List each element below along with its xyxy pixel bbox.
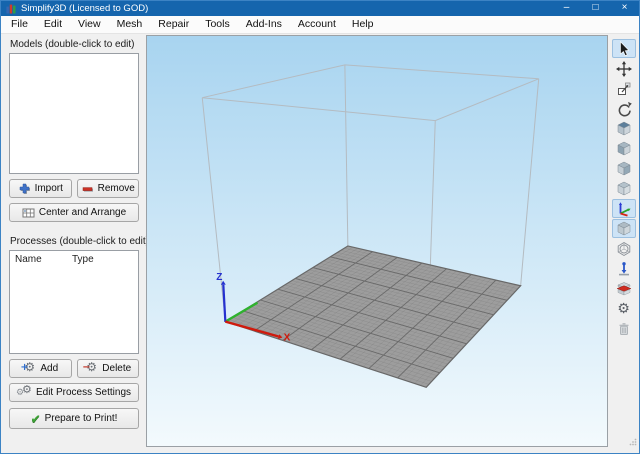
scale-tool[interactable] (612, 79, 636, 98)
delete-process-button[interactable]: ⚙− Delete (77, 359, 140, 378)
menu-item-mesh[interactable]: Mesh (109, 16, 151, 33)
arrange-grid-icon (22, 207, 35, 218)
pin-down-icon (616, 261, 632, 277)
cube-iso-icon (616, 181, 632, 196)
wire-sphere-icon (616, 241, 632, 257)
cursor-icon (616, 41, 631, 57)
cube-front-icon (616, 141, 632, 156)
center-and-arrange-button[interactable]: Center and Arrange (9, 203, 139, 222)
trash-icon (616, 321, 632, 337)
resize-grip[interactable] (629, 438, 637, 446)
view-front-cube[interactable] (612, 139, 636, 158)
cross-section-tool[interactable] (612, 279, 636, 298)
edit-process-settings-label: Edit Process Settings (36, 387, 131, 398)
import-button[interactable]: Import (9, 179, 72, 198)
menu-item-edit[interactable]: Edit (36, 16, 70, 33)
view-top-cube[interactable] (612, 119, 636, 138)
move-arrows-icon (616, 61, 632, 77)
processes-group-label: Processes (double-click to edit) (10, 236, 139, 247)
process-col-name: Name (15, 254, 72, 265)
gear-plus-icon: ⚙+ (22, 362, 36, 375)
left-sidebar: Models (double-click to edit) Import Rem… (1, 34, 146, 447)
menu-item-repair[interactable]: Repair (150, 16, 197, 33)
add-process-button[interactable]: ⚙+ Add (9, 359, 72, 378)
view-iso-cube[interactable] (612, 179, 636, 198)
svg-text:X: X (284, 333, 291, 344)
maximize-button[interactable]: □ (581, 1, 610, 16)
machine-settings-gear[interactable]: ⚙ (612, 299, 636, 318)
rotate-arrow-icon (616, 101, 632, 117)
axes-icon (616, 201, 632, 217)
wireframe-view[interactable] (612, 239, 636, 258)
gear-icon: ⚙ (617, 302, 630, 316)
gear-minus-icon: ⚙− (84, 362, 98, 375)
process-col-type: Type (72, 254, 94, 265)
rotate-tool[interactable] (612, 99, 636, 118)
menu-item-addins[interactable]: Add-Ins (238, 16, 290, 33)
processes-list[interactable]: Name Type (9, 250, 139, 354)
processes-list-header: Name Type (10, 251, 138, 265)
app-logo-icon (6, 4, 16, 14)
remove-button[interactable]: Remove (77, 179, 140, 198)
models-list[interactable] (9, 53, 139, 174)
menu-bar: File Edit View Mesh Repair Tools Add-Ins… (1, 16, 639, 34)
menu-item-help[interactable]: Help (344, 16, 382, 33)
menu-item-file[interactable]: File (3, 16, 36, 33)
prepare-to-print-label: Prepare to Print! (45, 413, 118, 424)
minimize-button[interactable]: – (552, 1, 581, 16)
delete-model-tool[interactable] (612, 319, 636, 338)
remove-label: Remove (98, 183, 135, 194)
title-bar[interactable]: Simplify3D (Licensed to GOD) – □ × (1, 1, 639, 16)
coordinate-axes-view[interactable] (612, 199, 636, 218)
delete-label: Delete (102, 363, 131, 374)
models-group-label: Models (double-click to edit) (10, 39, 139, 50)
main-content: Models (double-click to edit) Import Rem… (1, 34, 639, 453)
viewport-3d[interactable]: ZX (146, 35, 608, 447)
center-and-arrange-label: Center and Arrange (39, 207, 126, 218)
remove-minus-icon (81, 183, 94, 195)
select-cursor-tool[interactable] (612, 39, 636, 58)
green-check-icon: ✔ (31, 413, 41, 425)
place-on-bed-tool[interactable] (612, 259, 636, 278)
svg-text:Z: Z (216, 272, 222, 283)
app-window: Simplify3D (Licensed to GOD) – □ × File … (0, 0, 640, 454)
move-tool[interactable] (612, 59, 636, 78)
window-controls: – □ × (552, 1, 639, 16)
import-label: Import (35, 183, 63, 194)
edit-process-settings-button[interactable]: ⚙⚙ Edit Process Settings (9, 383, 139, 402)
cube-side-icon (616, 161, 632, 176)
menu-item-tools[interactable]: Tools (197, 16, 238, 33)
build-volume-scene: ZX (147, 36, 607, 446)
import-plus-icon (18, 183, 31, 195)
section-cube-icon (616, 281, 632, 297)
menu-item-view[interactable]: View (70, 16, 109, 33)
view-side-cube[interactable] (612, 159, 636, 178)
double-gear-icon: ⚙⚙ (17, 386, 32, 399)
solid-cube-icon (616, 221, 632, 236)
menu-item-account[interactable]: Account (290, 16, 344, 33)
close-button[interactable]: × (610, 1, 639, 16)
scale-box-icon (616, 81, 632, 96)
cube-top-icon (616, 121, 632, 136)
window-title: Simplify3D (Licensed to GOD) (21, 1, 148, 16)
add-label: Add (40, 363, 58, 374)
prepare-to-print-button[interactable]: ✔ Prepare to Print! (9, 408, 139, 429)
right-toolbar: ⚙ (608, 34, 639, 447)
solid-model-view[interactable] (612, 219, 636, 238)
